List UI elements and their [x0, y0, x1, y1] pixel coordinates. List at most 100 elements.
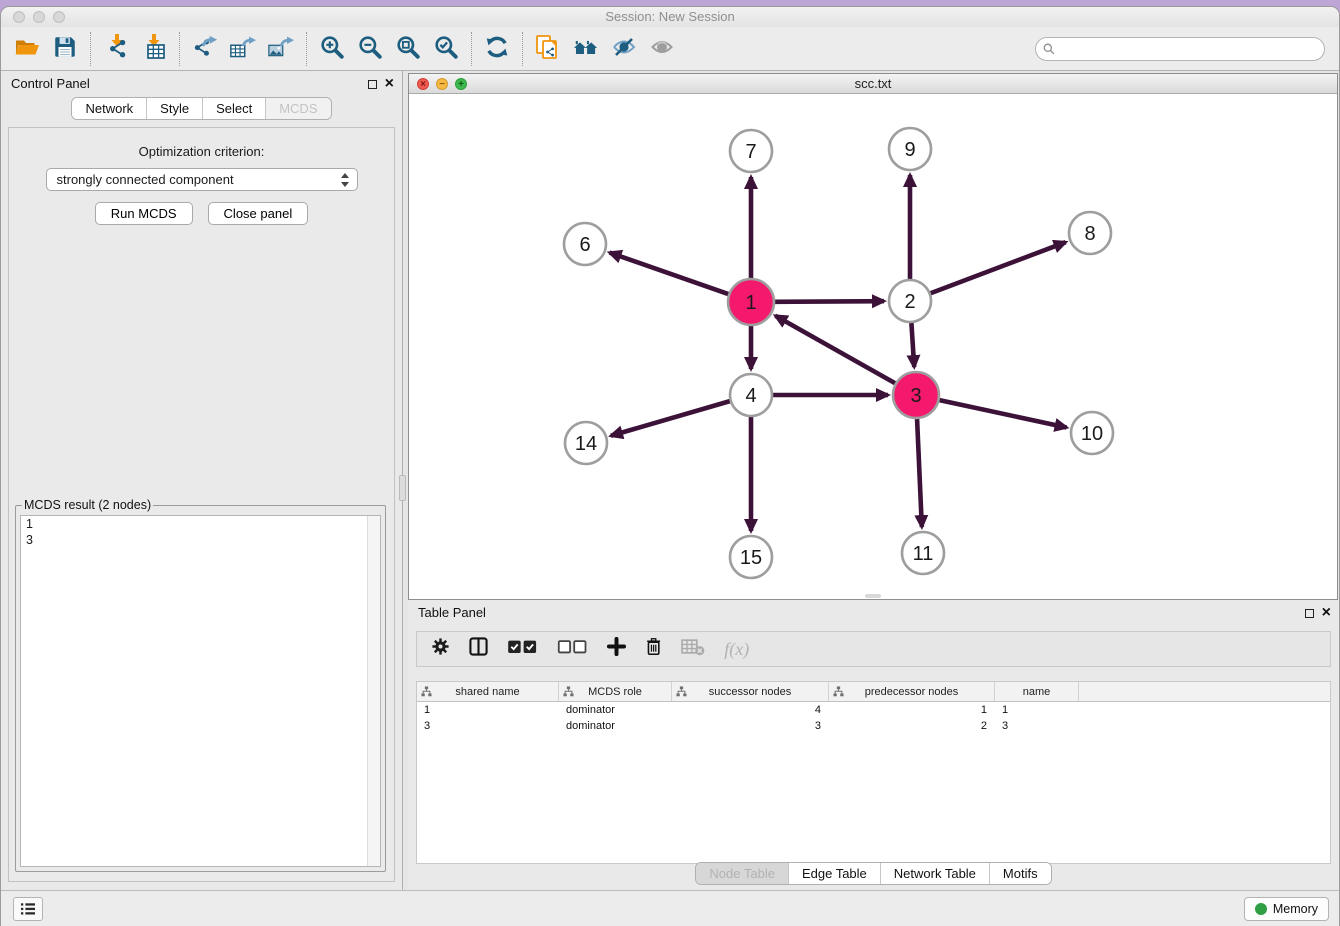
graph-edge-4-14[interactable] — [611, 401, 730, 436]
table-cell[interactable]: dominator — [559, 718, 672, 734]
tab-network[interactable]: Network — [72, 98, 146, 119]
network-resize-grip[interactable] — [865, 594, 881, 598]
network-canvas[interactable]: 7 9 6 8 1 2 4 3 14 10 15 11 — [409, 94, 1337, 599]
graph-node-3[interactable]: 3 — [893, 372, 939, 418]
zoom-selected-button[interactable] — [430, 33, 462, 65]
graph-node-7[interactable]: 7 — [730, 130, 772, 172]
graph-edge-2-8[interactable] — [931, 242, 1066, 293]
graph-node-4[interactable]: 4 — [730, 374, 772, 416]
create-column-button[interactable] — [607, 637, 626, 661]
table-cell[interactable]: 3 — [995, 718, 1079, 734]
graph-edge-1-2[interactable] — [775, 301, 884, 302]
svg-text:1: 1 — [745, 292, 756, 314]
search-input[interactable] — [1035, 37, 1325, 61]
task-history-button[interactable] — [13, 897, 43, 921]
column-header-successor-nodes[interactable]: successor nodes — [672, 682, 829, 701]
zoom-window-button[interactable] — [53, 11, 65, 23]
tab-network-table[interactable]: Network Table — [880, 863, 989, 884]
table-settings-button[interactable] — [431, 637, 450, 661]
table-panel-header: Table Panel × — [408, 600, 1339, 626]
zoom-in-button[interactable] — [316, 33, 348, 65]
graph-node-6[interactable]: 6 — [564, 223, 606, 265]
table-cell[interactable]: 1 — [829, 702, 995, 718]
graph-edge-2-3[interactable] — [911, 323, 914, 367]
result-scrollbar[interactable] — [367, 516, 380, 866]
zoom-out-button[interactable] — [354, 33, 386, 65]
table-cell[interactable]: dominator — [559, 702, 672, 718]
toolbar-groups — [11, 32, 678, 66]
deselect-all-columns-button[interactable] — [557, 637, 588, 661]
graph-node-9[interactable]: 9 — [889, 128, 931, 170]
table-cell[interactable]: 3 — [672, 718, 829, 734]
mcds-result-list[interactable]: 13 — [20, 515, 381, 867]
table-cell[interactable]: 4 — [672, 702, 829, 718]
refresh-network-button[interactable] — [481, 33, 513, 65]
export-table-button[interactable] — [227, 33, 259, 65]
table-cell[interactable]: 1 — [417, 702, 559, 718]
graph-node-14[interactable]: 14 — [565, 422, 607, 464]
tab-mcds[interactable]: MCDS — [265, 98, 330, 119]
table-row[interactable]: 1dominator411 — [417, 702, 1330, 718]
run-mcds-button[interactable]: Run MCDS — [95, 202, 193, 225]
minimize-window-button[interactable] — [33, 11, 45, 23]
first-neighbors-button[interactable] — [570, 33, 602, 65]
network-minimize-button[interactable]: − — [436, 78, 448, 90]
clone-network-button[interactable] — [532, 33, 564, 65]
column-header-MCDS-role[interactable]: MCDS role — [559, 682, 672, 701]
mcds-result-title: MCDS result (2 nodes) — [22, 498, 153, 512]
criterion-select[interactable]: strongly connected component — [46, 168, 358, 191]
graph-node-10[interactable]: 10 — [1071, 412, 1113, 454]
open-session-icon — [14, 34, 40, 63]
show-all-button[interactable] — [646, 33, 678, 65]
export-image-button[interactable] — [265, 33, 297, 65]
graph-edge-1-6[interactable] — [610, 253, 729, 295]
close-panel-button[interactable]: Close panel — [208, 202, 309, 225]
graph-edge-3-1[interactable] — [775, 316, 895, 383]
mcds-result-lines: 13 — [21, 516, 380, 548]
close-table-panel-icon[interactable]: × — [1322, 605, 1331, 621]
panel-splitter-handle[interactable] — [399, 475, 406, 501]
table-cell[interactable]: 3 — [417, 718, 559, 734]
tab-node-table[interactable]: Node Table — [696, 863, 788, 884]
zoom-fit-button[interactable] — [392, 33, 424, 65]
save-session-button[interactable] — [49, 33, 81, 65]
close-window-button[interactable] — [13, 11, 25, 23]
graph-node-8[interactable]: 8 — [1069, 212, 1111, 254]
graph-edge-3-10[interactable] — [939, 400, 1066, 427]
graph-node-2[interactable]: 2 — [889, 280, 931, 322]
import-table-button[interactable] — [138, 33, 170, 65]
tab-select[interactable]: Select — [202, 98, 265, 119]
memory-button[interactable]: Memory — [1244, 897, 1329, 921]
graph-node-11[interactable]: 11 — [902, 532, 944, 574]
import-network-button[interactable] — [100, 33, 132, 65]
column-header-predecessor-nodes[interactable]: predecessor nodes — [829, 682, 995, 701]
float-panel-icon[interactable] — [368, 80, 377, 89]
tab-edge-table[interactable]: Edge Table — [788, 863, 880, 884]
tab-style[interactable]: Style — [146, 98, 202, 119]
export-network-button[interactable] — [189, 33, 221, 65]
table-row[interactable]: 3dominator323 — [417, 718, 1330, 734]
toolbar-separator — [306, 32, 307, 66]
control-panel-header: Control Panel × — [1, 71, 402, 97]
network-window-titlebar[interactable]: × − + scc.txt — [409, 74, 1337, 94]
column-header-shared-name[interactable]: shared name — [417, 682, 559, 701]
hide-selected-button[interactable] — [608, 33, 640, 65]
float-table-panel-icon[interactable] — [1305, 609, 1314, 618]
network-maximize-button[interactable]: + — [455, 78, 467, 90]
hide-selected-icon — [611, 34, 637, 63]
delete-columns-button[interactable] — [645, 637, 662, 661]
main-toolbar — [1, 27, 1339, 71]
table-cell[interactable]: 2 — [829, 718, 995, 734]
table-cell[interactable]: 1 — [995, 702, 1079, 718]
select-all-columns-button[interactable] — [507, 637, 538, 661]
network-close-button[interactable]: × — [417, 78, 429, 90]
graph-node-1[interactable]: 1 — [728, 279, 774, 325]
column-layout-button[interactable] — [469, 637, 488, 661]
tab-motifs[interactable]: Motifs — [989, 863, 1051, 884]
graph-node-15[interactable]: 15 — [730, 536, 772, 578]
close-panel-icon[interactable]: × — [385, 76, 394, 92]
open-session-button[interactable] — [11, 33, 43, 65]
graph-edge-3-11[interactable] — [917, 419, 922, 527]
control-panel-tabs: NetworkStyleSelectMCDS — [1, 97, 402, 120]
column-header-name[interactable]: name — [995, 682, 1079, 701]
